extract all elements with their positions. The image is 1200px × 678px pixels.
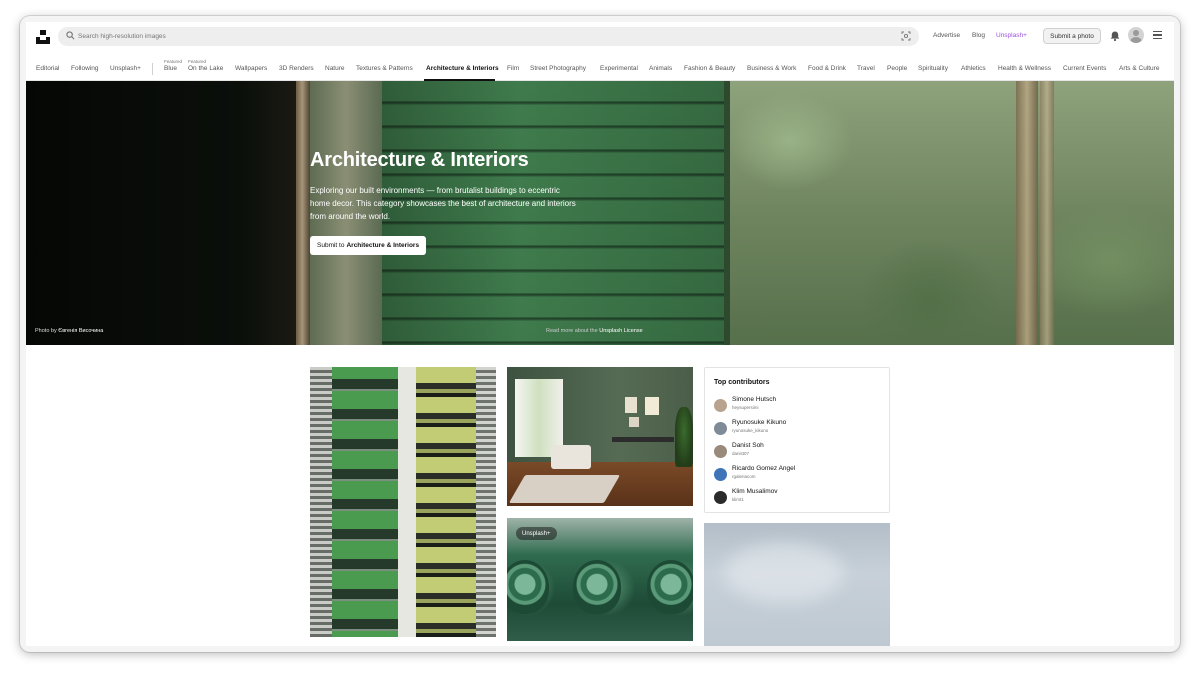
browser-window: Advertise Blog Unsplash+ Submit a photo …	[20, 16, 1180, 652]
unsplash-plus-link[interactable]: Unsplash+	[996, 32, 1027, 39]
nav-item-film[interactable]: Film	[507, 65, 519, 72]
contributor-username: danist07	[732, 451, 750, 456]
contributor-item[interactable]: Simone Hutsch heysupersimi	[714, 395, 884, 415]
nav-item-people[interactable]: People	[887, 65, 907, 72]
unsplash-plus-badge: Unsplash+	[516, 527, 557, 540]
contributor-avatar	[714, 445, 727, 458]
nav-item-unsplash-plus[interactable]: Unsplash+	[110, 65, 141, 72]
nav-item-business-work[interactable]: Business & Work	[747, 65, 796, 72]
hero-bg-frame	[296, 81, 310, 345]
contributor-item[interactable]: Klim Musalimov klimt1	[714, 487, 884, 507]
unsplash-logo-icon[interactable]	[36, 30, 50, 44]
nav-item-health-wellness[interactable]: Health & Wellness	[998, 65, 1051, 72]
contributor-name: Simone Hutsch	[732, 396, 777, 403]
photo-green-apartment-building[interactable]	[310, 367, 496, 637]
contributor-name: Danist Soh	[732, 442, 764, 449]
contributor-avatar	[714, 468, 727, 481]
nav-item-nature[interactable]: Nature	[325, 65, 345, 72]
nav-item-label: Blue	[164, 65, 178, 72]
hero-title: Architecture & Interiors	[310, 149, 529, 171]
hero-bg-trunk	[1040, 81, 1054, 345]
featured-label: Featured	[164, 59, 183, 64]
advertise-link[interactable]: Advertise	[933, 32, 960, 39]
search-icon	[66, 31, 75, 40]
nav-item-wallpapers[interactable]: Wallpapers	[235, 65, 267, 72]
license-note: Read more about the Unsplash License	[546, 328, 643, 334]
nav-item-editorial[interactable]: Editorial	[36, 65, 59, 72]
contributor-item[interactable]: Danist Soh danist07	[714, 441, 884, 461]
nav-item-architecture-interiors[interactable]: Architecture & Interiors	[426, 65, 499, 72]
photo-green-interior-office[interactable]	[507, 367, 693, 506]
photo-cloudy-sky[interactable]	[704, 523, 890, 646]
nav-item-blue[interactable]: Featured Blue	[164, 59, 182, 72]
visual-search-icon[interactable]	[901, 31, 911, 41]
contributor-item[interactable]: Ryunosuke Kikuno ryunosuke_kikuno	[714, 418, 884, 438]
photo-green-roof-tiles[interactable]: Unsplash+	[507, 518, 693, 641]
nav-item-animals[interactable]: Animals	[649, 65, 672, 72]
nav-item-travel[interactable]: Travel	[857, 65, 875, 72]
contributor-avatar	[714, 491, 727, 504]
user-avatar[interactable]	[1128, 27, 1144, 43]
featured-label: Featured	[188, 59, 207, 64]
nav-item-spirituality[interactable]: Spirituality	[918, 65, 948, 72]
search-input[interactable]	[78, 29, 878, 44]
nav-item-current-events[interactable]: Current Events	[1063, 65, 1106, 72]
license-prefix: Read more about the	[546, 328, 598, 334]
credit-prefix: Photo by	[35, 328, 57, 334]
topic-nav: Editorial Following Unsplash+ Featured B…	[26, 56, 1174, 81]
photo-credit: Photo by Євгенія Височина	[35, 328, 103, 334]
license-link[interactable]: Unsplash License	[599, 328, 642, 334]
nav-item-athletics[interactable]: Athletics	[961, 65, 986, 72]
hero-bg-forest	[730, 81, 1174, 345]
submit-photo-button[interactable]: Submit a photo	[1043, 28, 1101, 44]
top-contributors-card: Top contributors Simone Hutsch heysupers…	[704, 367, 890, 513]
notification-bell-icon[interactable]	[1109, 30, 1121, 42]
nav-item-label: On the Lake	[188, 65, 224, 72]
hero-description: Exploring our built environments — from …	[310, 186, 576, 221]
hero-bg-dark	[26, 81, 296, 345]
nav-item-fashion-beauty[interactable]: Fashion & Beauty	[684, 65, 735, 72]
nav-item-textures-patterns[interactable]: Textures & Patterns	[356, 65, 413, 72]
hero-banner: Architecture & Interiors Exploring our b…	[26, 81, 1174, 345]
hero-bg-trunk	[1016, 81, 1038, 345]
contributor-username: heysupersimi	[732, 405, 759, 410]
hamburger-menu-icon[interactable]	[1153, 31, 1162, 39]
contributor-name: Klim Musalimov	[732, 488, 778, 495]
contributor-avatar	[714, 399, 727, 412]
contributor-name: Ryunosuke Kikuno	[732, 419, 787, 426]
header: Advertise Blog Unsplash+ Submit a photo	[26, 22, 1174, 56]
nav-item-on-the-lake[interactable]: Featured On the Lake	[188, 59, 224, 72]
nav-divider	[152, 63, 153, 75]
nav-item-following[interactable]: Following	[71, 65, 98, 72]
nav-item-experimental[interactable]: Experimental	[600, 65, 638, 72]
contributor-item[interactable]: Ricardo Gomez Angel rgaleriacom	[714, 464, 884, 484]
button-topic: Architecture & Interiors	[346, 242, 420, 249]
contributor-username: ryunosuke_kikuno	[732, 428, 769, 433]
button-prefix: Submit to	[317, 242, 345, 249]
contributor-name: Ricardo Gomez Angel	[732, 465, 796, 472]
nav-item-street-photography[interactable]: Street Photography	[530, 65, 586, 72]
contributor-avatar	[714, 422, 727, 435]
search-bar[interactable]	[58, 27, 919, 46]
page: Advertise Blog Unsplash+ Submit a photo …	[26, 22, 1174, 646]
nav-item-food-drink[interactable]: Food & Drink	[808, 65, 846, 72]
top-contributors-title: Top contributors	[714, 379, 770, 386]
contributor-username: klimt1	[732, 497, 744, 502]
nav-item-3d-renders[interactable]: 3D Renders	[279, 65, 314, 72]
contributor-username: rgaleriacom	[732, 474, 756, 479]
submit-to-topic-button[interactable]: Submit to Architecture & Interiors	[310, 236, 427, 255]
nav-item-arts-culture[interactable]: Arts & Culture	[1119, 65, 1159, 72]
photographer-link[interactable]: Євгенія Височина	[58, 328, 103, 334]
blog-link[interactable]: Blog	[972, 32, 985, 39]
